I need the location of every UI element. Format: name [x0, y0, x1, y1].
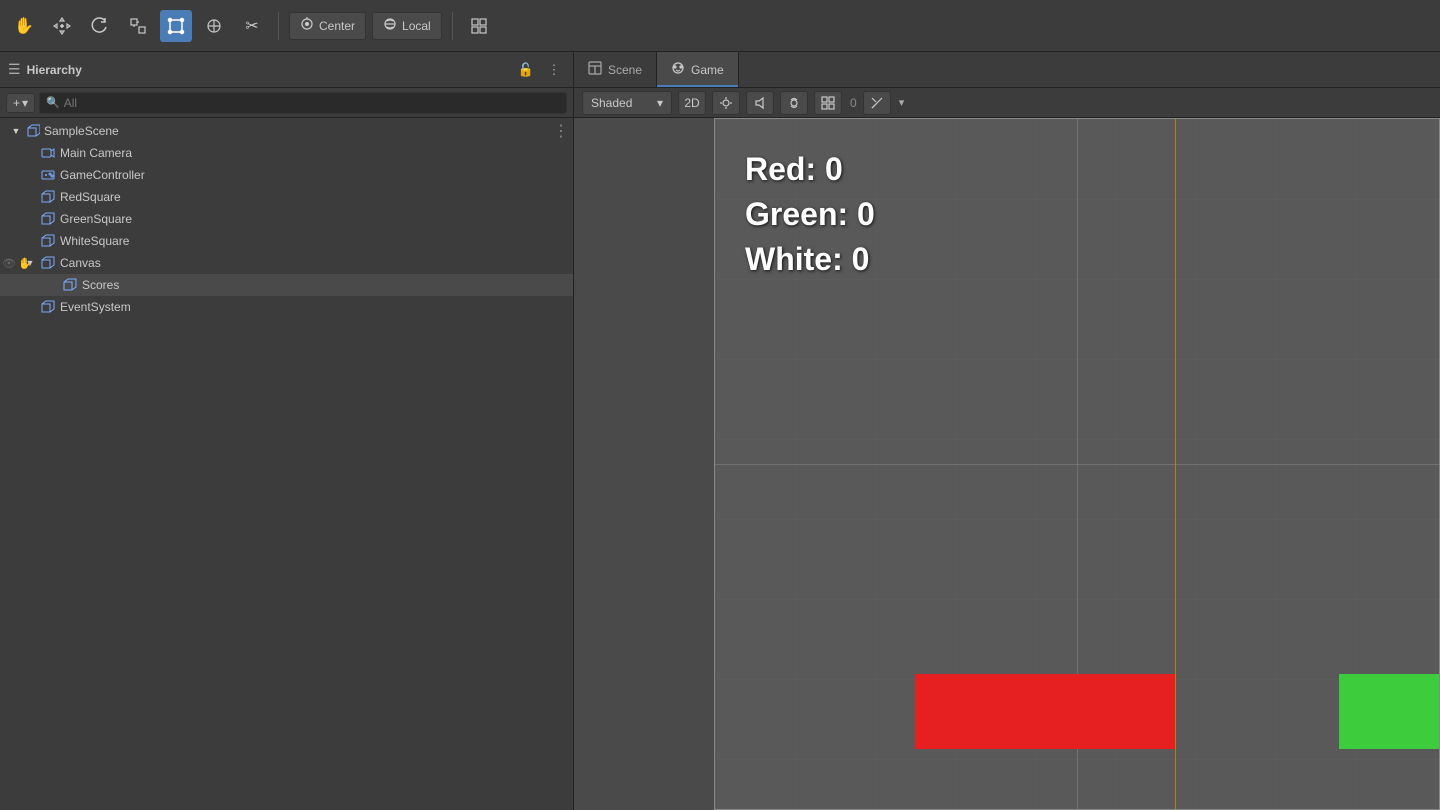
add-chevron: ▾: [22, 96, 28, 110]
viewport-left-gutter: [574, 118, 714, 810]
hierarchy-title: Hierarchy: [27, 63, 82, 77]
gizmos-btn[interactable]: [863, 91, 891, 115]
gizmos-arrow: ▾: [899, 96, 905, 109]
search-box: 🔍: [39, 92, 567, 114]
add-icon: +: [13, 96, 20, 110]
scale-tool-btn[interactable]: [122, 10, 154, 42]
scene-icon-red-square: [40, 189, 56, 205]
scene-vis-btn[interactable]: [814, 91, 842, 115]
tree-item-red-square[interactable]: RedSquare: [0, 186, 573, 208]
pivot-dropdown[interactable]: Center: [289, 12, 366, 40]
tree-item-main-camera[interactable]: Main Camera: [0, 142, 573, 164]
tree-label-green-square: GreenSquare: [60, 212, 132, 226]
shaded-label: Shaded: [591, 96, 632, 110]
game-viewport: Red: 0 Green: 0 White: 0: [574, 118, 1440, 810]
scene-icon-white-square: [40, 233, 56, 249]
space-icon: [383, 17, 397, 34]
2d-btn[interactable]: 2D: [678, 91, 706, 115]
rect-tool-btn[interactable]: [160, 10, 192, 42]
white-score-text: White: 0: [745, 237, 875, 282]
center-v-line: [715, 464, 1439, 465]
tab-game[interactable]: Game: [657, 52, 739, 87]
tab-game-label: Game: [691, 63, 724, 77]
hierarchy-toolbar: + ▾ 🔍: [0, 88, 573, 118]
hierarchy-panel: ☰ Hierarchy 🔓 ⋮ + ▾ 🔍 ▼: [0, 52, 574, 810]
tree-label-sample-scene: SampleScene: [44, 124, 119, 138]
shaded-dropdown[interactable]: Shaded ▾: [582, 91, 672, 115]
scene-vis-count: 0: [850, 96, 857, 110]
scene-icon-main-camera: [40, 145, 56, 161]
scene-icon-event-system: [40, 299, 56, 315]
search-icon: 🔍: [46, 96, 60, 109]
transform-tool-btn[interactable]: [198, 10, 230, 42]
scene-options-btn[interactable]: ⋮: [553, 121, 569, 141]
game-tab-icon: [671, 61, 685, 78]
scene-icon-green-square: [40, 211, 56, 227]
hand-icon: ✋: [18, 257, 32, 270]
tree-label-red-square: RedSquare: [60, 190, 121, 204]
tree-label-canvas: Canvas: [60, 256, 101, 270]
green-square-game-obj: [1339, 674, 1439, 749]
audio-btn[interactable]: [746, 91, 774, 115]
green-score-text: Green: 0: [745, 192, 875, 237]
hierarchy-tree: ▼ SampleScene ⋮: [0, 118, 573, 810]
scene-tab-icon: [588, 61, 602, 78]
right-panel: Scene Game Shaded ▾: [574, 52, 1440, 810]
tree-label-game-controller: GameController: [60, 168, 145, 182]
tree-item-sample-scene[interactable]: ▼ SampleScene ⋮: [0, 120, 573, 142]
tabs-row: Scene Game: [574, 52, 1440, 88]
tree-item-canvas[interactable]: 👁 ✋ ▼ Canvas: [0, 252, 573, 274]
center-orange-line: [1175, 119, 1176, 809]
scene-icon-sample-scene: [26, 124, 40, 138]
hierarchy-menu-icon: ☰: [8, 61, 21, 78]
eye-icon: 👁: [2, 257, 16, 270]
scene-icon-scores: [62, 277, 78, 293]
tree-item-event-system[interactable]: EventSystem: [0, 296, 573, 318]
score-overlay: Red: 0 Green: 0 White: 0: [745, 147, 875, 281]
snap-btn[interactable]: [463, 10, 495, 42]
red-score-text: Red: 0: [745, 147, 875, 192]
scene-icon-canvas: [40, 255, 56, 271]
custom-tool-btn[interactable]: ✂: [236, 10, 268, 42]
hierarchy-lock-btn[interactable]: 🔓: [515, 59, 537, 81]
add-object-btn[interactable]: + ▾: [6, 93, 35, 113]
pivot-icon: [300, 17, 314, 34]
tab-scene-label: Scene: [608, 63, 642, 77]
toolbar-sep-1: [278, 12, 279, 40]
lighting-btn[interactable]: [712, 91, 740, 115]
tree-label-main-camera: Main Camera: [60, 146, 132, 160]
expand-icon-sample-scene: ▼: [8, 126, 24, 136]
main-area: ☰ Hierarchy 🔓 ⋮ + ▾ 🔍 ▼: [0, 52, 1440, 810]
tree-label-white-square: WhiteSquare: [60, 234, 129, 248]
move-tool-btn[interactable]: [46, 10, 78, 42]
tree-label-scores: Scores: [82, 278, 119, 292]
hand-tool-btn[interactable]: ✋: [8, 10, 40, 42]
2d-label: 2D: [684, 96, 699, 110]
space-dropdown[interactable]: Local: [372, 12, 442, 40]
space-label: Local: [402, 19, 431, 33]
hierarchy-more-btn[interactable]: ⋮: [543, 59, 565, 81]
canvas-visibility: 👁 ✋: [2, 257, 32, 270]
tree-item-white-square[interactable]: WhiteSquare: [0, 230, 573, 252]
effects-btn[interactable]: [780, 91, 808, 115]
tree-item-game-controller[interactable]: GameController: [0, 164, 573, 186]
rotate-tool-btn[interactable]: [84, 10, 116, 42]
game-border: Red: 0 Green: 0 White: 0: [714, 118, 1440, 810]
tree-item-scores[interactable]: Scores: [0, 274, 573, 296]
shaded-arrow: ▾: [657, 96, 663, 110]
tree-label-event-system: EventSystem: [60, 300, 131, 314]
tree-item-green-square[interactable]: GreenSquare: [0, 208, 573, 230]
top-toolbar: ✋ ✂: [0, 0, 1440, 52]
red-square-game-obj: [915, 674, 1175, 749]
tab-scene[interactable]: Scene: [574, 52, 657, 87]
scene-icon-game-controller: [40, 167, 56, 183]
pivot-label: Center: [319, 19, 355, 33]
search-input[interactable]: [64, 96, 560, 110]
toolbar-sep-2: [452, 12, 453, 40]
scene-toolbar: Shaded ▾ 2D: [574, 88, 1440, 118]
hierarchy-header: ☰ Hierarchy 🔓 ⋮: [0, 52, 573, 88]
